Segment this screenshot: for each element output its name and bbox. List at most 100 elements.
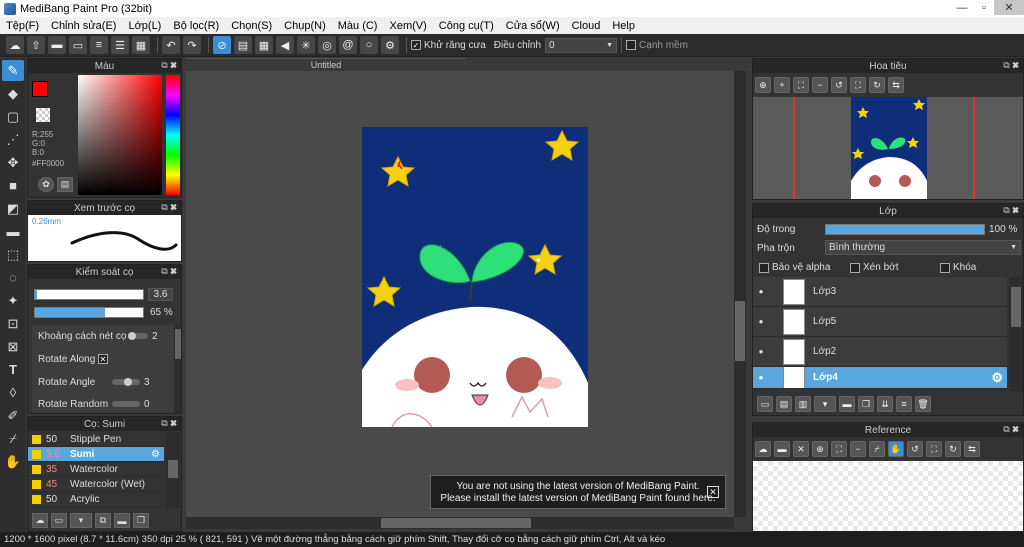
canvas-vertical-scrollbar[interactable] xyxy=(734,71,746,517)
curve-snap-icon[interactable]: @ xyxy=(339,36,357,54)
scroll-thumb[interactable] xyxy=(168,460,178,478)
divide-tool-icon[interactable]: ◊ xyxy=(2,382,24,403)
fit-icon[interactable]: ⛶ xyxy=(793,77,809,93)
maximize-button[interactable]: ▫ xyxy=(972,0,996,15)
size-value[interactable]: 3.6 xyxy=(148,288,173,301)
rotate-right-icon[interactable]: ↻ xyxy=(869,77,885,93)
saturation-value-field[interactable] xyxy=(78,75,162,195)
gear-icon[interactable]: ⚙ xyxy=(991,370,1003,386)
add-brush-icon[interactable]: ▾ xyxy=(70,513,92,528)
zoom-out-icon[interactable]: − xyxy=(812,77,828,93)
layer-list-scrollbar[interactable] xyxy=(1009,277,1023,391)
select-pen-icon[interactable]: ⊡ xyxy=(2,313,24,334)
menu-color[interactable]: Màu (C) xyxy=(332,20,384,32)
visibility-icon[interactable]: ● xyxy=(753,287,769,296)
comment-icon[interactable]: ▬ xyxy=(48,36,66,54)
clip-checkbox[interactable] xyxy=(850,262,860,273)
rotate-angle-slider[interactable] xyxy=(112,378,140,386)
flip-icon[interactable]: ⇆ xyxy=(888,77,904,93)
hand-tool-icon[interactable]: ✋ xyxy=(2,451,24,472)
add-layer-menu-icon[interactable]: ▾ xyxy=(814,396,836,412)
edge-checkbox[interactable] xyxy=(626,40,637,50)
panel-controls-icon[interactable]: ⧉ ✖ xyxy=(1003,60,1019,71)
layer-properties-icon[interactable]: ≡ xyxy=(896,396,912,412)
open-folder-icon[interactable]: ▬ xyxy=(774,441,790,457)
eyedropper-icon[interactable]: ⌿ xyxy=(2,428,24,449)
menu-layer[interactable]: Lớp(L) xyxy=(122,20,167,32)
pages-icon[interactable]: ☰ xyxy=(111,36,129,54)
layer-row-lop4[interactable]: ● Lớp4 ⚙ xyxy=(753,367,1007,389)
minimize-button[interactable]: — xyxy=(950,0,974,15)
reset-view-icon[interactable]: ⛶ xyxy=(926,441,942,457)
bucket-tool-icon[interactable]: ◩ xyxy=(2,198,24,219)
panel-controls-icon[interactable]: ⧉ ✖ xyxy=(161,202,177,213)
merge-layer-icon[interactable]: ⇊ xyxy=(877,396,893,412)
palette-icon[interactable]: ✿ xyxy=(38,177,54,192)
new-color-layer-icon[interactable]: ▤ xyxy=(776,396,792,412)
rotate-along-checkbox[interactable]: ✕ xyxy=(98,354,108,364)
undo-icon[interactable]: ↶ xyxy=(162,36,180,54)
control-scrollbar[interactable] xyxy=(174,325,181,413)
snap-off-icon[interactable]: ⊘ xyxy=(213,36,231,54)
scroll-thumb[interactable] xyxy=(1011,287,1021,327)
grid-layout-icon[interactable]: ▦ xyxy=(132,36,150,54)
fit-icon[interactable]: ⛶ xyxy=(831,441,847,457)
menu-file[interactable]: Tệp(F) xyxy=(0,20,45,32)
panel-controls-icon[interactable]: ⧉ ✖ xyxy=(161,418,177,429)
reference-canvas[interactable] xyxy=(753,461,1023,531)
brush-item-stipple-pen[interactable]: 50 Stipple Pen xyxy=(28,432,164,447)
circle-snap-icon[interactable]: ◎ xyxy=(318,36,336,54)
zoom-in-icon[interactable]: + xyxy=(774,77,790,93)
panel-controls-icon[interactable]: ⧉ ✖ xyxy=(1003,205,1019,216)
redo-icon[interactable]: ↷ xyxy=(183,36,201,54)
spacing-slider[interactable] xyxy=(128,332,148,340)
select-eraser-icon[interactable]: ⊠ xyxy=(2,336,24,357)
size-slider[interactable] xyxy=(34,289,144,300)
brush-item-watercolor[interactable]: 35 Watercolor xyxy=(28,462,164,477)
blur-tool-icon[interactable]: ✐ xyxy=(2,405,24,426)
new-brush-icon[interactable]: ▭ xyxy=(51,513,67,528)
canvas-horizontal-scrollbar[interactable] xyxy=(186,517,734,529)
color-set-icon[interactable]: ▤ xyxy=(57,177,73,192)
menu-filter[interactable]: Bộ lọc(R) xyxy=(167,20,225,32)
select-rect-icon[interactable]: ⬚ xyxy=(2,244,24,265)
parallel-snap-icon[interactable]: ▤ xyxy=(234,36,252,54)
navigator-preview[interactable] xyxy=(753,97,1023,199)
brush-tool-icon[interactable]: ✎ xyxy=(2,60,24,81)
hue-slider[interactable] xyxy=(166,75,180,195)
cloud-brush-icon[interactable]: ☁ xyxy=(32,513,48,528)
layer-opacity-slider[interactable] xyxy=(825,224,985,235)
delete-layer-icon[interactable]: 🗑 xyxy=(915,396,931,412)
visibility-icon[interactable]: ● xyxy=(753,347,769,356)
scroll-thumb[interactable] xyxy=(381,518,531,528)
visibility-icon[interactable]: ● xyxy=(753,373,769,382)
menu-help[interactable]: Help xyxy=(606,20,641,32)
lasso-icon[interactable]: ◌ xyxy=(2,267,24,288)
new-file-icon[interactable]: ▭ xyxy=(69,36,87,54)
move-tool-icon[interactable]: ✥ xyxy=(2,152,24,173)
new-8bit-layer-icon[interactable]: ▥ xyxy=(795,396,811,412)
rotate-right-icon[interactable]: ↻ xyxy=(945,441,961,457)
grid-snap-icon[interactable]: ▦ xyxy=(255,36,273,54)
panel-controls-icon[interactable]: ⧉ ✖ xyxy=(161,60,177,71)
scroll-thumb[interactable] xyxy=(735,301,745,361)
menu-tools[interactable]: Công cụ(T) xyxy=(433,20,500,32)
zoom-out-icon[interactable]: − xyxy=(850,441,866,457)
text-tool-icon[interactable]: T xyxy=(2,359,24,380)
layer-row-lop5[interactable]: ● Lớp5 xyxy=(753,307,1007,337)
radial-snap-icon[interactable]: ✳ xyxy=(297,36,315,54)
rectangle-tool-icon[interactable]: ▢ xyxy=(2,106,24,127)
update-notice[interactable]: You are not using the latest version of … xyxy=(430,475,726,509)
visibility-icon[interactable]: ● xyxy=(753,317,769,326)
close-reference-icon[interactable]: ✕ xyxy=(793,441,809,457)
duplicate-layer-icon[interactable]: ❐ xyxy=(858,396,874,412)
brush-item-acrylic[interactable]: 50 Acrylic xyxy=(28,492,164,507)
menu-cloud[interactable]: Cloud xyxy=(566,20,607,32)
panel-controls-icon[interactable]: ⧉ ✖ xyxy=(161,266,177,277)
document-icon[interactable]: ≡ xyxy=(90,36,108,54)
new-layer-icon[interactable]: ▭ xyxy=(757,396,773,412)
panel-controls-icon[interactable]: ⧉ ✖ xyxy=(1003,424,1019,435)
eraser-tool-icon[interactable]: ◆ xyxy=(2,83,24,104)
rotate-left-icon[interactable]: ↺ xyxy=(831,77,847,93)
gradient-tool-icon[interactable]: ▬ xyxy=(2,221,24,242)
